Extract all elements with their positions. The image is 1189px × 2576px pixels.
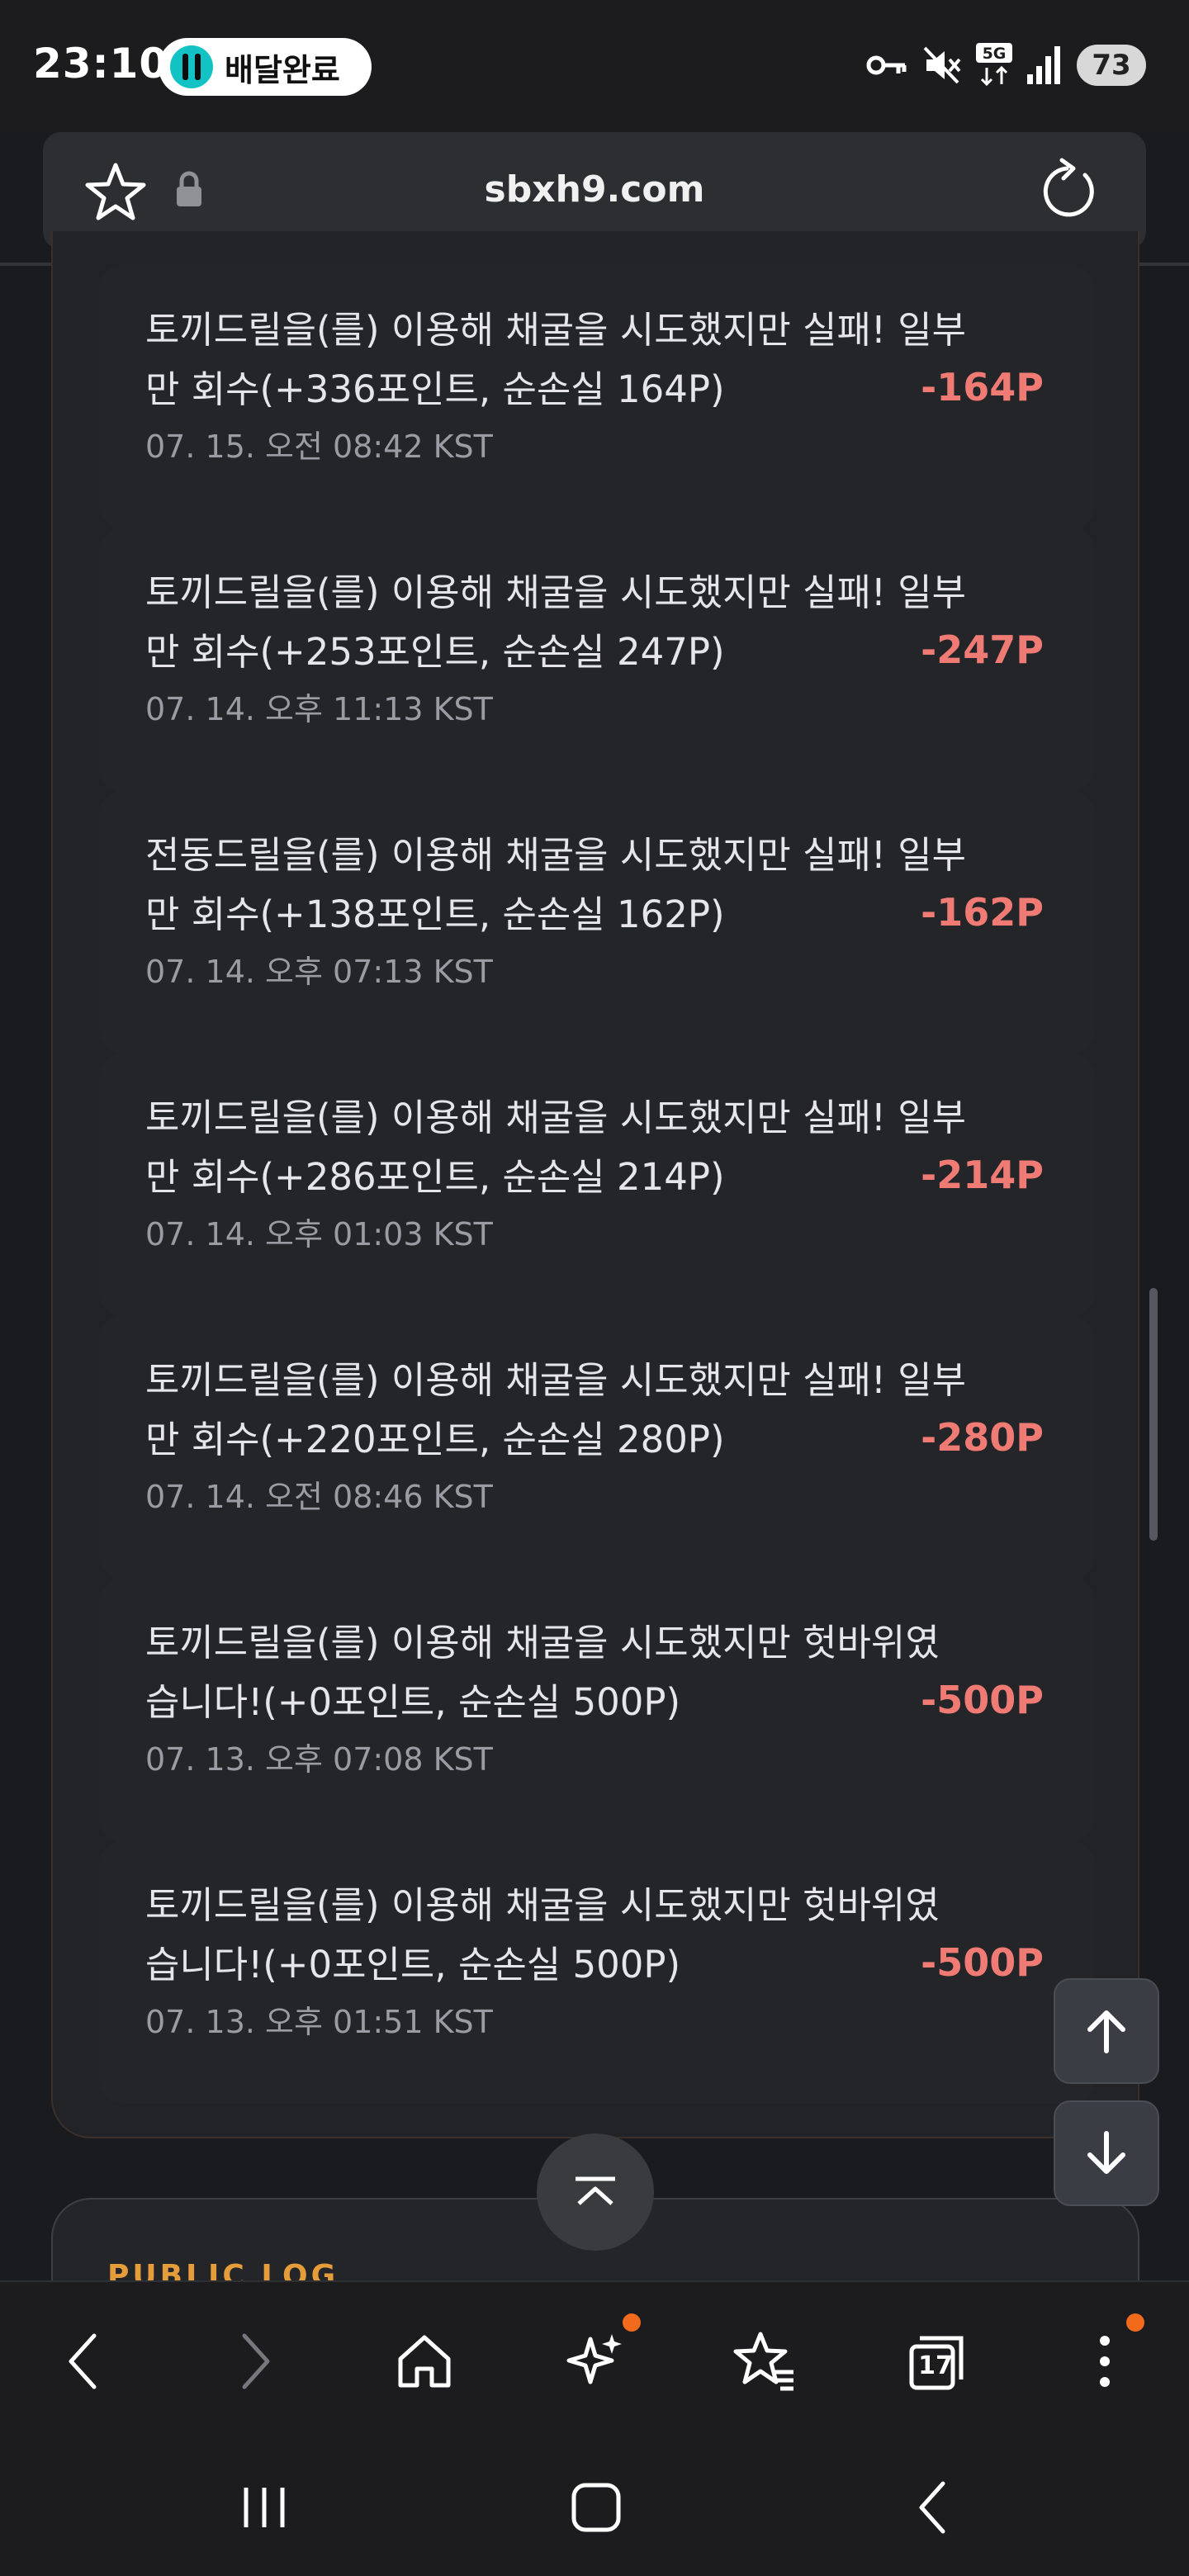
log-entry: 토끼드릴을(를) 이용해 채굴을 시도했지만 실패! 일부만 회수(+220포인… [99, 1316, 1095, 1579]
bookmarks-icon [733, 2332, 793, 2391]
log-entry: 토끼드릴을(를) 이용해 채굴을 시도했지만 헛바위였습니다!(+0포인트, 순… [99, 1841, 1095, 2104]
log-entry-time: 07. 15. 오전 08:42 KST [145, 429, 493, 465]
back-nav-button[interactable] [890, 2470, 973, 2545]
more-menu-button[interactable] [1065, 2313, 1144, 2401]
log-entry-text: 토끼드릴을(를) 이용해 채굴을 시도했지만 실패! 일부만 회수(+336포인… [145, 308, 967, 411]
recents-icon [244, 2488, 285, 2527]
notification-dot [623, 2313, 641, 2332]
signal-icon [1027, 46, 1060, 84]
collapse-button[interactable] [537, 2133, 654, 2251]
url-text[interactable]: sbxh9.com [43, 168, 1146, 211]
more-icon [1100, 2336, 1110, 2387]
log-entry: 전동드릴을(를) 이용해 채굴을 시도했지만 실패! 일부만 회수(+138포인… [99, 791, 1095, 1054]
key-icon [866, 55, 907, 75]
bookmarks-button[interactable] [725, 2322, 804, 2401]
scroll-to-top-button[interactable] [1054, 1978, 1159, 2084]
arrow-up-icon [1087, 2010, 1125, 2053]
log-entry-amount: -500P [921, 1940, 1044, 1985]
log-entry-amount: -280P [921, 1415, 1044, 1460]
log-entry: 토끼드릴을(를) 이용해 채굴을 시도했지만 헛바위였습니다!(+0포인트, 순… [99, 1579, 1095, 1841]
5g-icon: 5G [976, 43, 1012, 87]
delivery-notification-label: 배달완료 [225, 51, 340, 88]
notification-dot [1126, 2313, 1144, 2332]
log-entry: 토끼드릴을(를) 이용해 채굴을 시도했지만 실패! 일부만 회수(+286포인… [99, 1054, 1095, 1316]
log-entry-amount: -247P [921, 627, 1044, 672]
log-entry-amount: -164P [921, 365, 1044, 410]
log-entry-text: 토끼드릴을(를) 이용해 채굴을 시도했지만 실패! 일부만 회수(+286포인… [145, 1096, 967, 1199]
log-entry-text: 토끼드릴을(를) 이용해 채굴을 시도했지만 실패! 일부만 회수(+253포인… [145, 571, 967, 674]
forward-button[interactable] [216, 2322, 296, 2401]
home-nav-button[interactable] [555, 2470, 637, 2545]
arrow-down-icon [1087, 2131, 1125, 2174]
log-entry-text: 토끼드릴을(를) 이용해 채굴을 시도했지만 헛바위였습니다!(+0포인트, 순… [145, 1883, 940, 1986]
log-entry-time: 07. 14. 오전 08:46 KST [145, 1479, 493, 1515]
log-entry-time: 07. 13. 오후 01:51 KST [145, 2004, 493, 2040]
home-button[interactable] [385, 2322, 464, 2401]
log-entry: 토끼드릴을(를) 이용해 채굴을 시도했지만 실패! 일부만 회수(+253포인… [99, 528, 1095, 791]
mining-log-list: 토끼드릴을(를) 이용해 채굴을 시도했지만 실패! 일부만 회수(+336포인… [99, 266, 1095, 2104]
status-time: 23:10 [33, 40, 169, 88]
back-nav-icon [919, 2481, 945, 2534]
tabs-button[interactable]: 17 [898, 2322, 978, 2401]
log-entry-time: 07. 13. 오후 07:08 KST [145, 1741, 493, 1778]
sparkle-icon [566, 2334, 622, 2384]
scroll-to-bottom-button[interactable] [1054, 2100, 1159, 2206]
log-entry: 토끼드릴을(를) 이용해 채굴을 시도했지만 실패! 일부만 회수(+336포인… [99, 266, 1095, 528]
log-entry-text: 토끼드릴을(를) 이용해 채굴을 시도했지만 실패! 일부만 회수(+220포인… [145, 1358, 967, 1461]
log-entry-text: 전동드릴을(를) 이용해 채굴을 시도했지만 실패! 일부만 회수(+138포인… [145, 833, 967, 936]
back-icon [69, 2333, 97, 2389]
log-entry-amount: -500P [921, 1678, 1044, 1722]
forward-icon [242, 2333, 270, 2389]
delivery-notification-chip[interactable]: 배달완료 [159, 38, 372, 96]
tabs-count: 17 [918, 2351, 953, 2380]
system-icons: 5G 73 [865, 43, 1146, 88]
back-button[interactable] [43, 2322, 122, 2401]
log-entry-amount: -214P [921, 1153, 1044, 1197]
recents-button[interactable] [223, 2470, 306, 2545]
log-entry-time: 07. 14. 오후 07:13 KST [145, 954, 493, 990]
log-entry-text: 토끼드릴을(를) 이용해 채굴을 시도했지만 헛바위였습니다!(+0포인트, 순… [145, 1621, 940, 1724]
chevron-up-icon [576, 2176, 615, 2205]
home-nav-icon [571, 2483, 621, 2532]
delivery-app-icon [170, 45, 213, 88]
ai-assistant-button[interactable] [557, 2313, 641, 2401]
status-bar: 23:10 배달완료 5G 73 [0, 0, 1189, 132]
mute-icon [923, 46, 961, 84]
battery-indicator: 73 [1077, 45, 1146, 86]
log-entry-time: 07. 14. 오후 01:03 KST [145, 1216, 493, 1252]
log-entry-amount: -162P [921, 890, 1044, 935]
home-icon [398, 2335, 451, 2388]
log-entry-time: 07. 14. 오후 11:13 KST [145, 691, 493, 727]
svg-text:5G: 5G [983, 45, 1007, 63]
browser-toolbar: 17 [0, 2280, 1189, 2437]
reload-icon[interactable] [1037, 157, 1101, 225]
scrollbar-thumb[interactable] [1149, 1288, 1158, 1541]
system-navigation-bar [0, 2437, 1189, 2576]
